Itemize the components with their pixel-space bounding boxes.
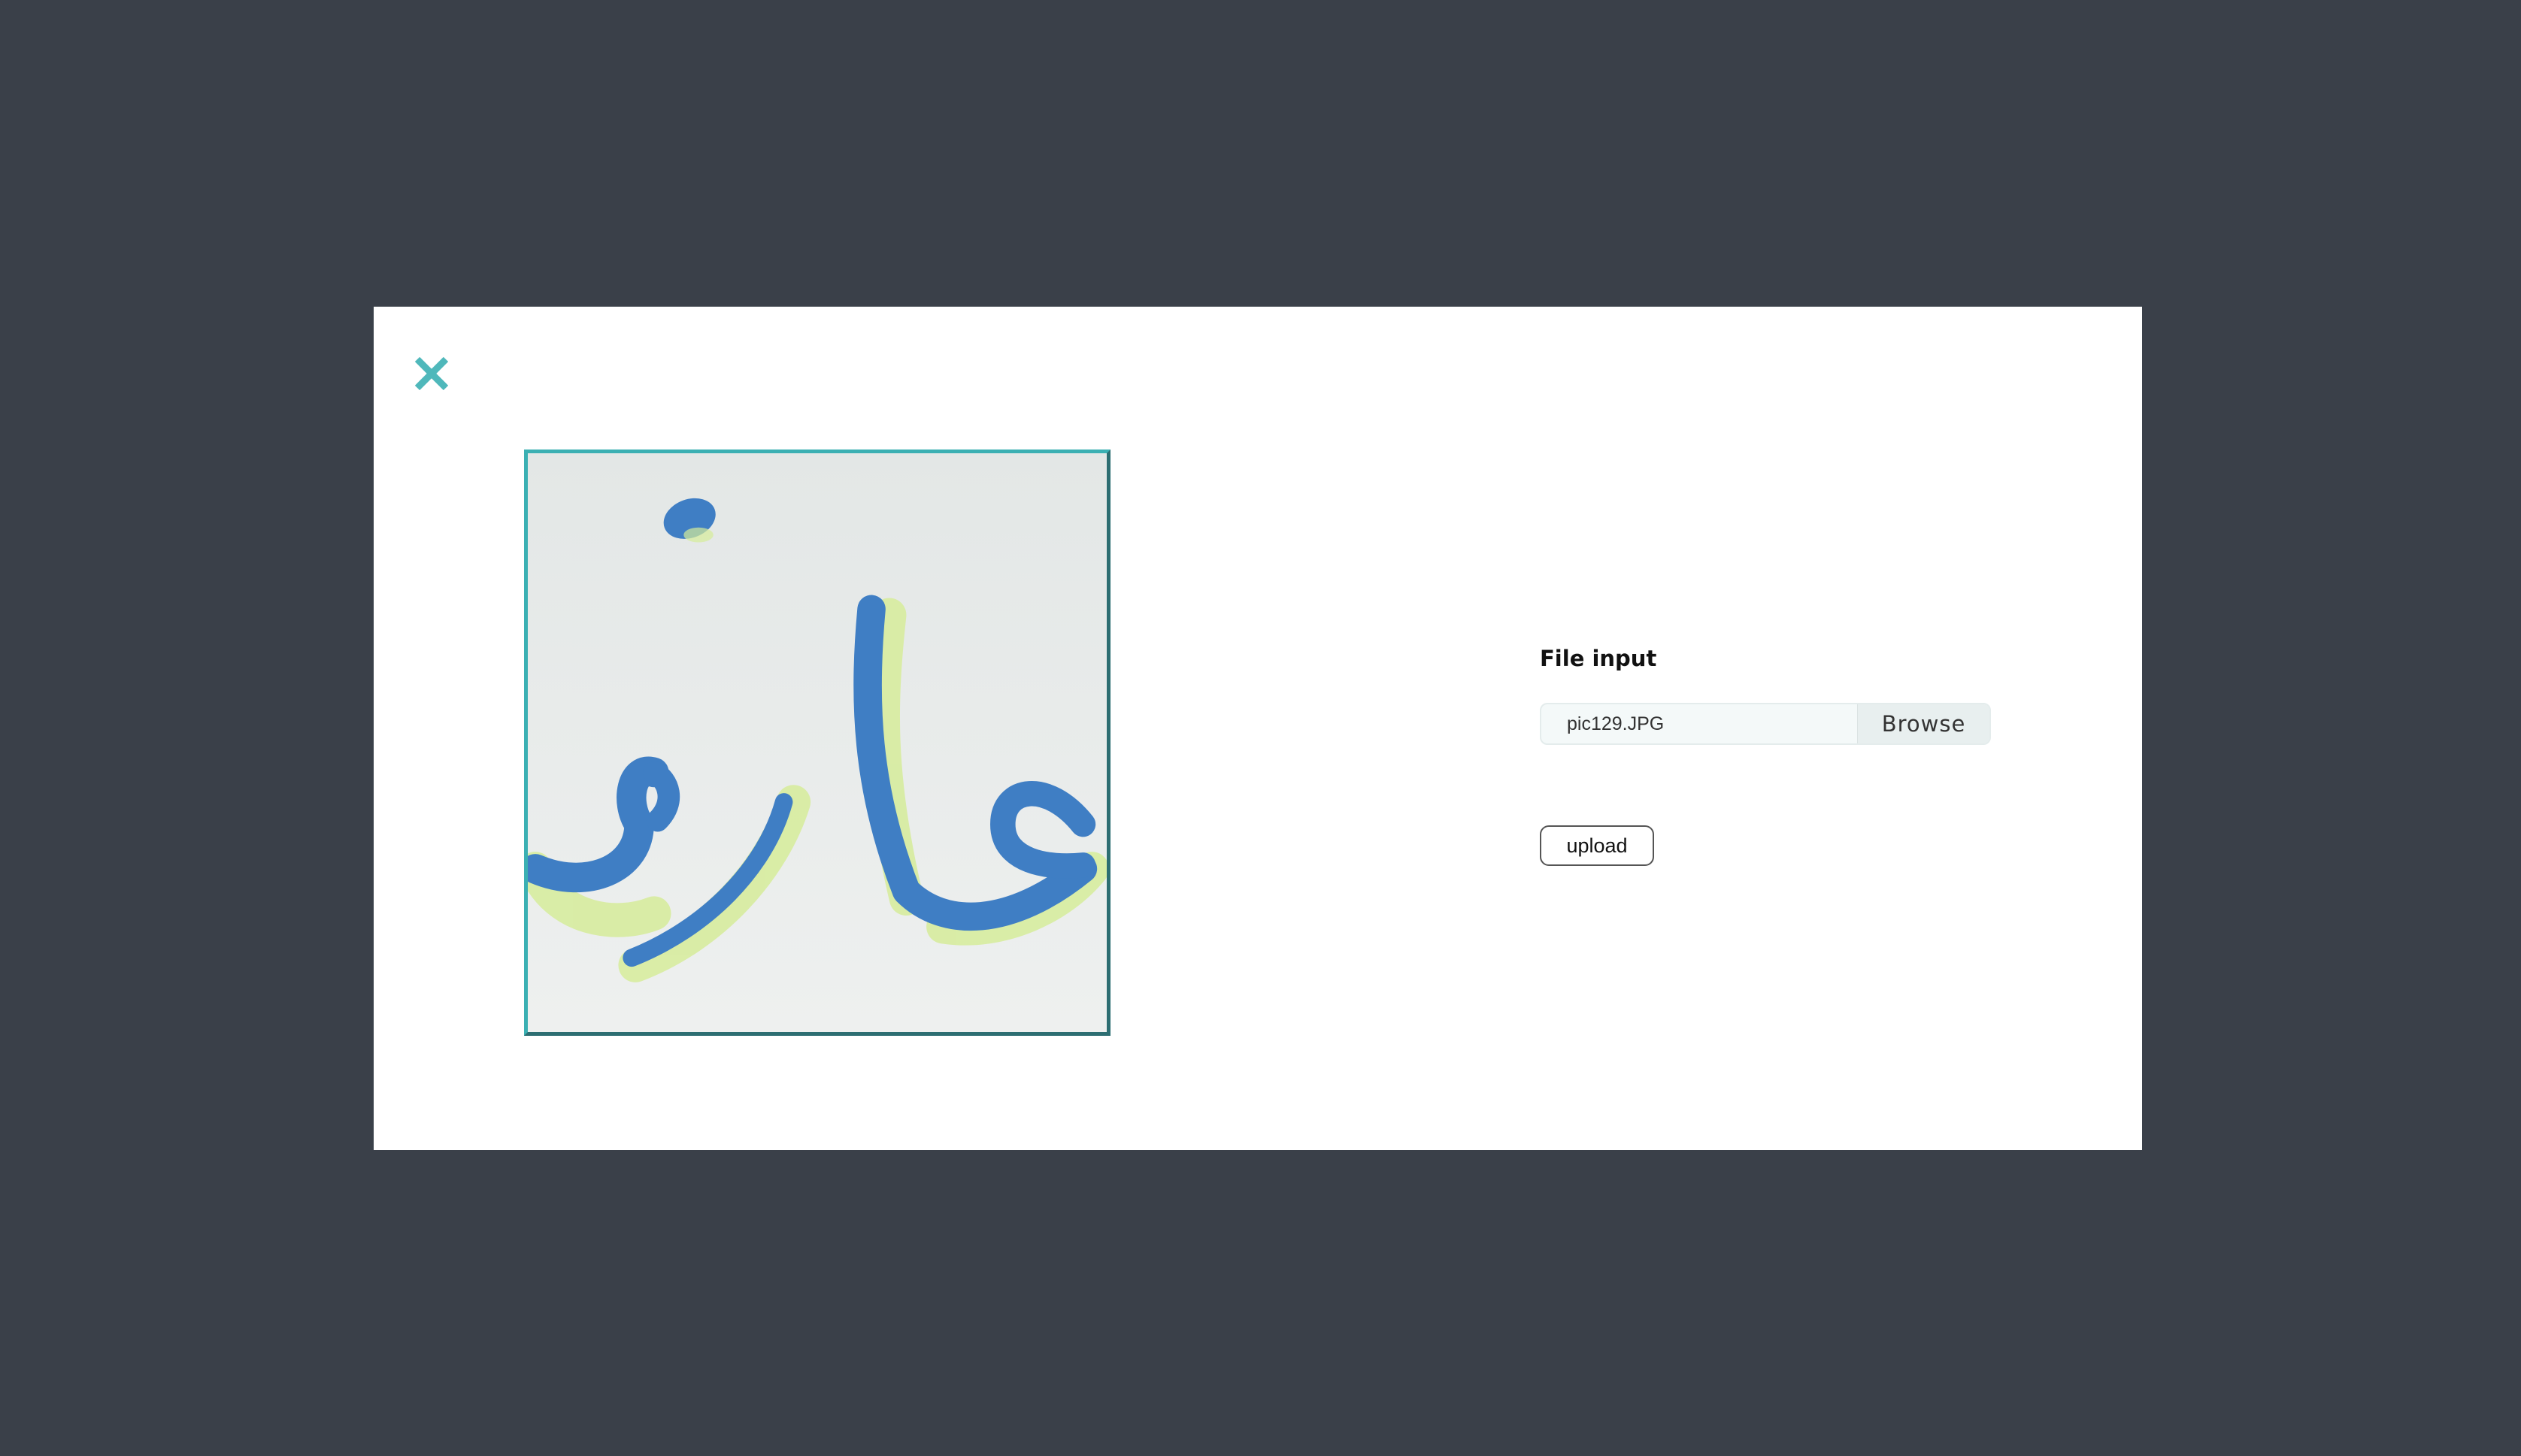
selected-file-name: pic129.JPG	[1567, 713, 1665, 734]
file-input-label: File input	[1540, 646, 1657, 671]
close-button[interactable]	[413, 355, 450, 392]
image-preview	[524, 450, 1111, 1036]
upload-button[interactable]: upload	[1540, 825, 1654, 866]
browse-button[interactable]: Browse	[1857, 704, 1989, 743]
upload-dialog: File input pic129.JPG Browse upload	[374, 307, 2142, 1150]
close-icon[interactable]	[413, 355, 450, 392]
file-upload-form: File input pic129.JPG Browse upload	[1540, 643, 1991, 866]
file-input[interactable]: pic129.JPG Browse	[1540, 703, 1991, 745]
calligraphy-image	[528, 453, 1107, 1032]
